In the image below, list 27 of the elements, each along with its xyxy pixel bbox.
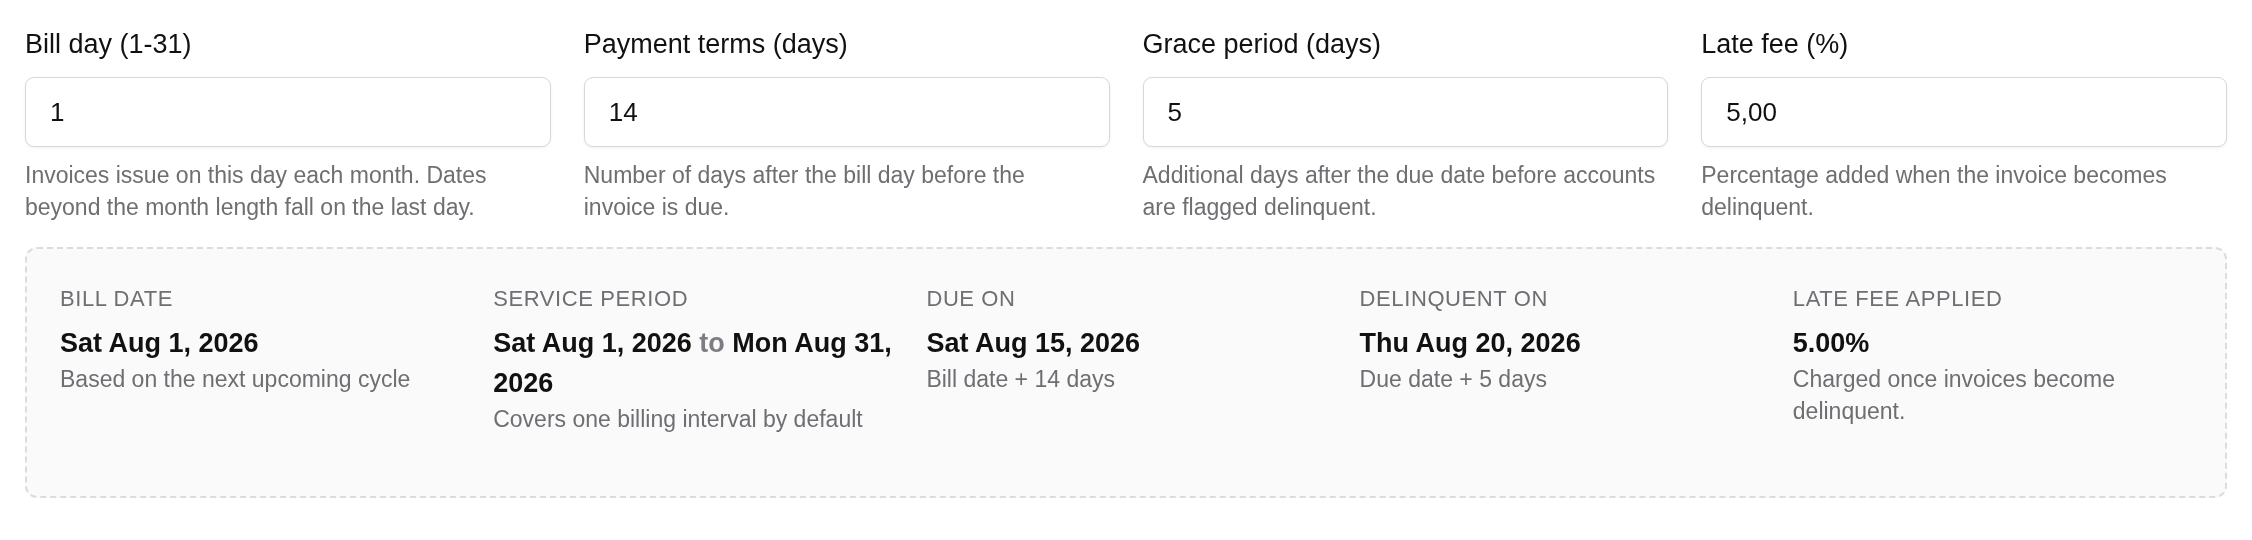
- input-field[interactable]: 14: [583, 77, 1110, 147]
- summary-value: Thu Aug 20, 2026: [1359, 327, 1581, 360]
- input-field[interactable]: 5,00: [1701, 77, 2227, 147]
- help-text: Invoices issue on this day each month. Dates beyond the month length fall on the last day.: [25, 161, 488, 222]
- summary-label: SERVICE PERIOD: [493, 285, 689, 313]
- summary-note: Based on the next upcoming cycle: [60, 365, 411, 394]
- input-field[interactable]: 1: [25, 77, 551, 147]
- field-label: Grace period (days): [1142, 28, 1383, 60]
- field-label: Bill day (1-31): [25, 28, 193, 60]
- summary-label: DELINQUENT ON: [1359, 285, 1548, 313]
- summary-label: LATE FEE APPLIED: [1792, 285, 2003, 313]
- field-label: Late fee (%): [1701, 28, 1850, 60]
- input-field[interactable]: 5: [1142, 77, 1669, 147]
- field-label: Payment terms (days): [583, 28, 849, 60]
- summary-note: Charged once invoices become delinquent.: [1792, 365, 2116, 426]
- summary-note: Covers one billing interval by default: [493, 405, 863, 434]
- summary-note: Due date + 5 days: [1359, 365, 1547, 394]
- summary-label: DUE ON: [926, 285, 1016, 313]
- help-text: Number of days after the bill day before the invoice is due.: [583, 161, 1026, 222]
- summary-note: Bill date + 14 days: [926, 365, 1115, 394]
- summary-value: Sat Aug 1, 2026 to Mon Aug 31, 2026: [493, 327, 893, 400]
- summary-value: 5.00%: [1792, 327, 1870, 360]
- summary-value: Sat Aug 15, 2026: [926, 327, 1140, 360]
- help-text: Additional days after the due date before accounts are flagged delinquent.: [1142, 161, 1657, 222]
- summary-label: BILL DATE: [60, 285, 173, 313]
- summary-value: Sat Aug 1, 2026: [60, 327, 259, 360]
- help-text: Percentage added when the invoice becomes delinquent.: [1701, 161, 2168, 222]
